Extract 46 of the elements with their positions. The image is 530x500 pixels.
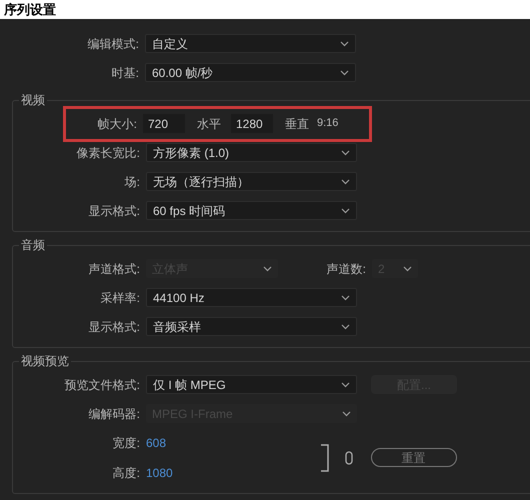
field-label: 显示格式:	[88, 318, 141, 336]
reset-button[interactable]: 重置	[370, 448, 457, 467]
chevron-down-icon	[341, 150, 350, 156]
width-value[interactable]: 608	[146, 434, 166, 452]
height-label: 垂直	[285, 116, 309, 132]
section-title: 视频	[20, 92, 46, 109]
section-title: 音频	[20, 237, 46, 254]
dropdown[interactable]: 60.00 帧/秒	[145, 63, 356, 82]
width-input[interactable]: 720	[143, 114, 185, 133]
dropdown[interactable]: 自定义	[145, 34, 356, 53]
chevron-down-icon	[340, 70, 349, 76]
height-input[interactable]: 1280	[231, 114, 273, 133]
aspect-ratio: 9:16	[317, 116, 338, 132]
chevron-down-icon	[263, 266, 272, 272]
dropdown[interactable]: 仅 I 帧 MPEG	[146, 375, 357, 394]
field-label: 预览文件格式:	[64, 376, 141, 394]
field-label: 声道格式:	[88, 260, 141, 278]
section-title: 视频预览	[20, 353, 70, 370]
field-label: 高度:	[112, 464, 141, 482]
chevron-down-icon	[341, 324, 350, 330]
chevron-down-icon	[341, 382, 350, 388]
field-label: 显示格式:	[88, 202, 141, 220]
field-label: 声道数:	[326, 260, 367, 278]
field-label: 像素长宽比:	[76, 144, 141, 162]
field-label: 采样率:	[100, 290, 141, 306]
dropdown[interactable]: 44100 Hz	[146, 288, 357, 307]
dropdown[interactable]: 方形像素 (1.0)	[146, 143, 357, 162]
dropdown[interactable]: 60 fps 时间码	[146, 201, 357, 220]
dropdown[interactable]: 无场（逐行扫描）	[146, 172, 357, 191]
chevron-down-icon	[340, 40, 349, 46]
width-label: 水平	[197, 116, 221, 132]
chevron-down-icon	[403, 266, 412, 272]
bracket-icon	[320, 444, 330, 472]
field-label: 宽度:	[112, 435, 141, 452]
field-label: 编解码器:	[88, 406, 141, 422]
chevron-down-icon	[341, 178, 350, 184]
height-value[interactable]: 1080	[146, 464, 173, 482]
chevron-down-icon	[341, 208, 350, 214]
window-title: 序列设置	[4, 0, 56, 19]
chevron-down-icon	[342, 410, 351, 416]
chevron-down-icon	[341, 294, 350, 300]
field-label: 帧大小:	[96, 116, 138, 132]
field-label: 时基:	[110, 64, 140, 82]
field-label: 编辑模式:	[86, 36, 140, 52]
field-label: 场:	[124, 174, 141, 190]
dropdown[interactable]: 音频采样	[146, 317, 357, 336]
